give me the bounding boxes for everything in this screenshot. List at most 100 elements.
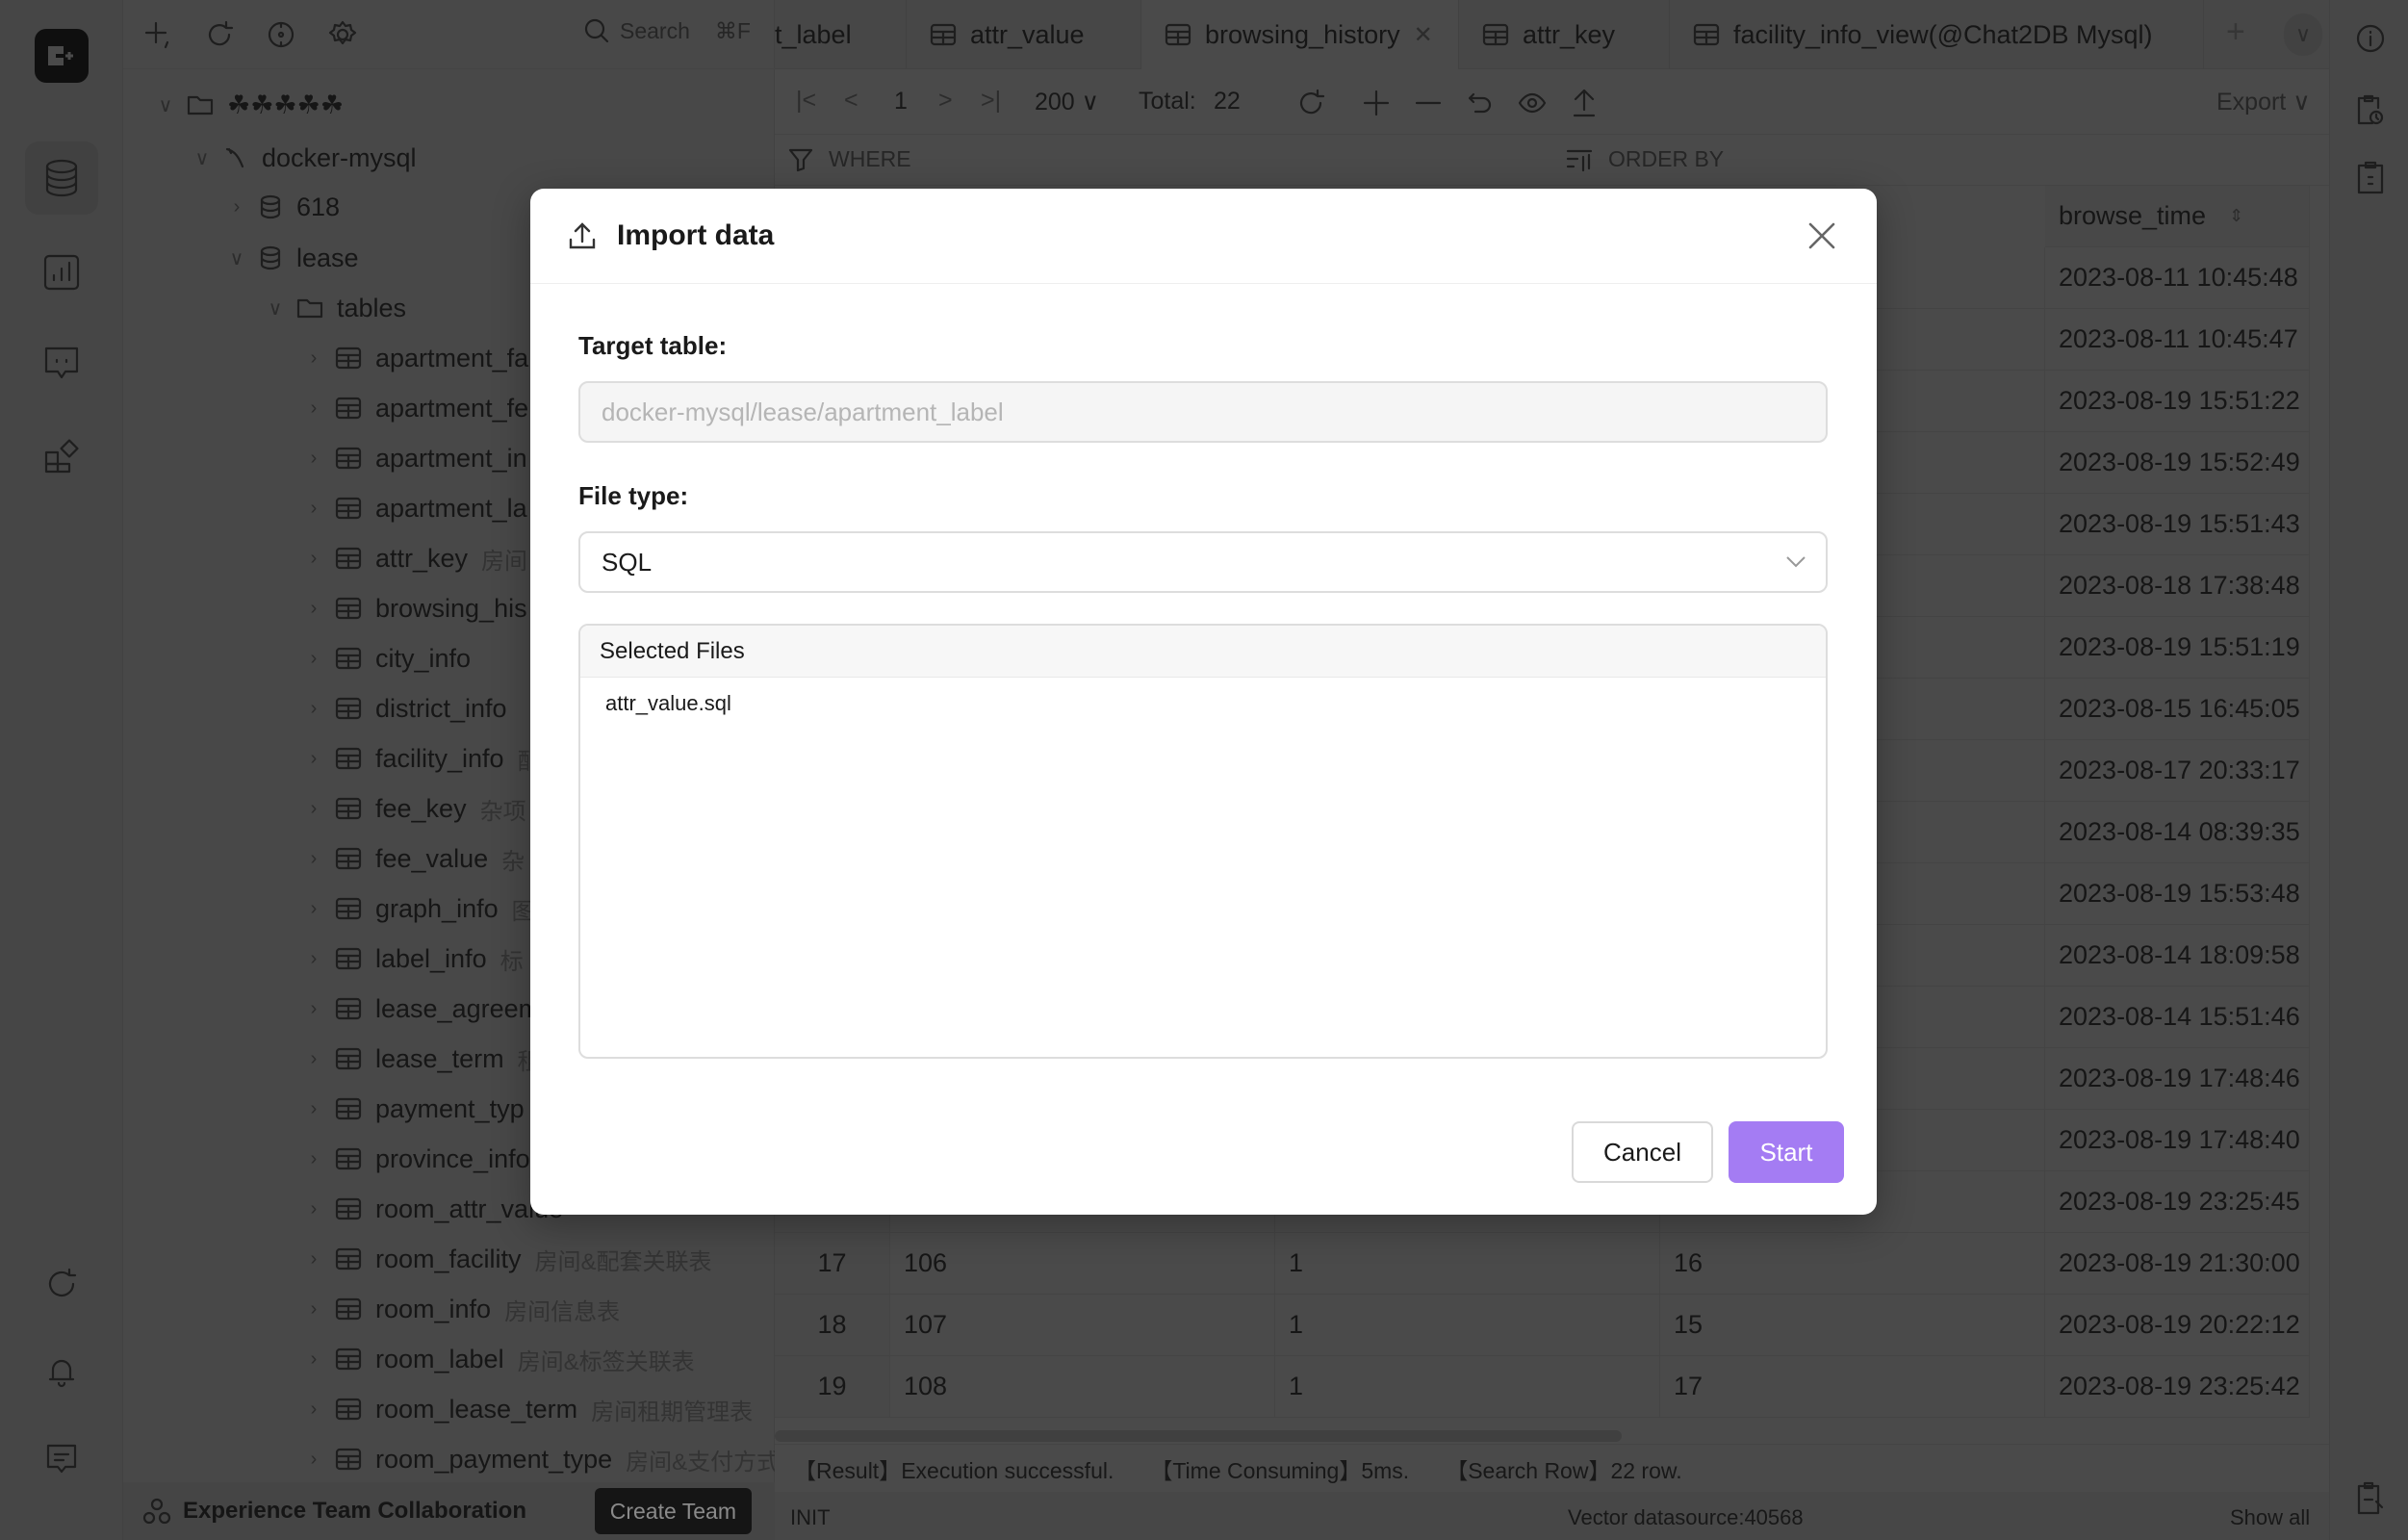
info-icon[interactable] xyxy=(2355,23,2386,54)
clipboard-icon[interactable] xyxy=(2355,160,2386,194)
row-number[interactable]: 19 xyxy=(775,1356,890,1418)
tree-table-item[interactable]: › apartment_in xyxy=(302,433,527,483)
tree-table-item[interactable]: › fee_value 杂 xyxy=(302,834,525,884)
table-cell[interactable]: 2023-08-19 23:25:45 xyxy=(2045,1171,2310,1233)
chevron-down-icon[interactable]: ∨ xyxy=(191,146,214,170)
table-cell[interactable]: 2023-08-19 15:52:49 xyxy=(2045,432,2310,494)
tree-folder[interactable]: ∨ tables xyxy=(264,283,406,333)
table-cell[interactable]: 1 xyxy=(1275,1295,1660,1356)
tab-t-label[interactable]: t_label xyxy=(775,0,907,69)
last-page-button[interactable]: >| xyxy=(981,87,1001,115)
chevron-right-icon[interactable]: › xyxy=(302,798,325,820)
table-cell[interactable]: 15 xyxy=(1660,1295,2045,1356)
page-number[interactable]: 1 xyxy=(894,88,908,116)
tree-table-item[interactable]: › room_payment_type 房间&支付方式 xyxy=(302,1434,781,1484)
tree-table-item[interactable]: › city_info xyxy=(302,633,471,683)
table-cell[interactable]: 106 xyxy=(890,1233,1275,1295)
chevron-right-icon[interactable]: › xyxy=(225,196,248,218)
upload-icon[interactable] xyxy=(1570,87,1599,117)
chevron-down-icon[interactable]: ∨ xyxy=(264,296,287,321)
close-icon[interactable] xyxy=(1807,221,1836,250)
chevron-right-icon[interactable]: › xyxy=(302,648,325,670)
tree-table-item[interactable]: › district_info xyxy=(302,683,507,733)
page-size-select[interactable]: 200 ∨ xyxy=(1035,88,1099,116)
chevron-down-icon[interactable]: ∨ xyxy=(154,93,177,117)
table-cell[interactable]: 2023-08-19 15:51:43 xyxy=(2045,494,2310,555)
row-number[interactable]: 17 xyxy=(775,1233,890,1295)
table-cell[interactable]: 17 xyxy=(1660,1356,2045,1418)
chevron-right-icon[interactable]: › xyxy=(302,948,325,970)
tree-table-item[interactable]: › apartment_fe xyxy=(302,383,528,433)
plugins-nav-button[interactable] xyxy=(25,420,98,493)
chevron-right-icon[interactable]: › xyxy=(302,698,325,720)
chevron-right-icon[interactable]: › xyxy=(302,1148,325,1170)
tree-database[interactable]: › 618 xyxy=(225,182,340,232)
tree-group[interactable]: ∨ ☘☘☘☘☘ xyxy=(154,80,344,130)
tree-table-item[interactable]: › fee_key 杂项 xyxy=(302,783,526,834)
table-cell[interactable]: 2023-08-11 10:45:47 xyxy=(2045,309,2310,371)
chevron-right-icon[interactable]: › xyxy=(302,498,325,520)
chevron-right-icon[interactable]: › xyxy=(302,1048,325,1070)
table-cell[interactable]: 2023-08-19 17:48:46 xyxy=(2045,1048,2310,1110)
tree-table-item[interactable]: › graph_info 图 xyxy=(302,884,535,934)
tab-close-icon[interactable]: ✕ xyxy=(1414,21,1433,49)
where-input[interactable]: WHERE xyxy=(788,146,911,172)
dashboard-nav-button[interactable] xyxy=(25,236,98,309)
table-cell[interactable]: 2023-08-17 20:33:17 xyxy=(2045,740,2310,802)
add-row-icon[interactable] xyxy=(1362,89,1391,117)
show-all-link[interactable]: Show all xyxy=(2230,1505,2310,1530)
table-cell[interactable]: 1 xyxy=(1275,1356,1660,1418)
row-number[interactable]: 18 xyxy=(775,1295,890,1356)
chevron-right-icon[interactable]: › xyxy=(302,1348,325,1371)
tree-table-item[interactable]: › apartment_la xyxy=(302,483,527,533)
preview-eye-icon[interactable] xyxy=(1518,89,1547,117)
cancel-button[interactable]: Cancel xyxy=(1572,1121,1713,1183)
chevron-right-icon[interactable]: › xyxy=(302,898,325,920)
tab-attr-key[interactable]: attr_key xyxy=(1459,0,1670,69)
chevron-down-icon[interactable]: ∨ xyxy=(225,246,248,270)
locate-icon[interactable] xyxy=(266,19,296,50)
undo-icon[interactable] xyxy=(1466,89,1495,117)
chevron-right-icon[interactable]: › xyxy=(302,347,325,370)
create-team-button[interactable]: Create Team xyxy=(594,1488,752,1534)
tree-table-item[interactable]: › payment_typ xyxy=(302,1084,525,1134)
next-page-button[interactable]: > xyxy=(938,87,953,115)
table-cell[interactable]: 2023-08-14 18:09:58 xyxy=(2045,925,2310,987)
table-cell[interactable]: 2023-08-19 20:22:12 xyxy=(2045,1295,2310,1356)
tree-table-item[interactable]: › facility_info 配 xyxy=(302,733,541,783)
chevron-right-icon[interactable]: › xyxy=(302,1098,325,1120)
sort-arrows-icon[interactable]: ⇕ xyxy=(2229,206,2243,226)
table-cell[interactable]: 2023-08-19 15:51:19 xyxy=(2045,617,2310,679)
chevron-right-icon[interactable]: › xyxy=(302,748,325,770)
prev-page-button[interactable]: < xyxy=(844,87,858,115)
table-cell[interactable]: 107 xyxy=(890,1295,1275,1356)
tree-connection[interactable]: ∨ docker-mysql xyxy=(191,133,417,183)
order-by-input[interactable]: ORDER BY xyxy=(1566,146,1724,172)
table-cell[interactable]: 2023-08-14 08:39:35 xyxy=(2045,802,2310,863)
tree-database[interactable]: ∨ lease xyxy=(225,233,359,283)
chevron-right-icon[interactable]: › xyxy=(302,1298,325,1321)
tree-table-item[interactable]: › browsing_his xyxy=(302,583,527,633)
tree-table-item[interactable]: › apartment_fa xyxy=(302,333,528,383)
start-button[interactable]: Start xyxy=(1729,1121,1844,1183)
table-cell[interactable]: 108 xyxy=(890,1356,1275,1418)
tree-table-item[interactable]: › room_lease_term 房间租期管理表 xyxy=(302,1384,753,1434)
first-page-button[interactable]: |< xyxy=(796,87,816,115)
table-cell[interactable]: 2023-08-11 10:45:48 xyxy=(2045,247,2310,309)
tree-table-item[interactable]: › province_info xyxy=(302,1134,530,1184)
settings-gear-icon[interactable] xyxy=(327,19,358,50)
delete-row-icon[interactable] xyxy=(1414,89,1443,117)
tree-table-item[interactable]: › room_label 房间&标签关联表 xyxy=(302,1334,695,1384)
output-log-icon[interactable] xyxy=(2355,1480,2386,1515)
tree-table-item[interactable]: › room_attr_value xyxy=(302,1184,563,1234)
horizontal-scrollbar[interactable] xyxy=(775,1430,1622,1442)
new-tab-button[interactable]: + xyxy=(2226,13,2245,51)
chevron-right-icon[interactable]: › xyxy=(302,1449,325,1471)
sync-button[interactable] xyxy=(25,1247,98,1321)
history-clipboard-icon[interactable] xyxy=(2355,92,2386,127)
notifications-button[interactable] xyxy=(25,1335,98,1408)
file-type-select[interactable]: SQL xyxy=(578,531,1828,593)
table-cell[interactable]: 2023-08-19 15:51:22 xyxy=(2045,371,2310,432)
tree-table-item[interactable]: › room_info 房间信息表 xyxy=(302,1284,620,1334)
table-cell[interactable]: 2023-08-19 21:30:00 xyxy=(2045,1233,2310,1295)
